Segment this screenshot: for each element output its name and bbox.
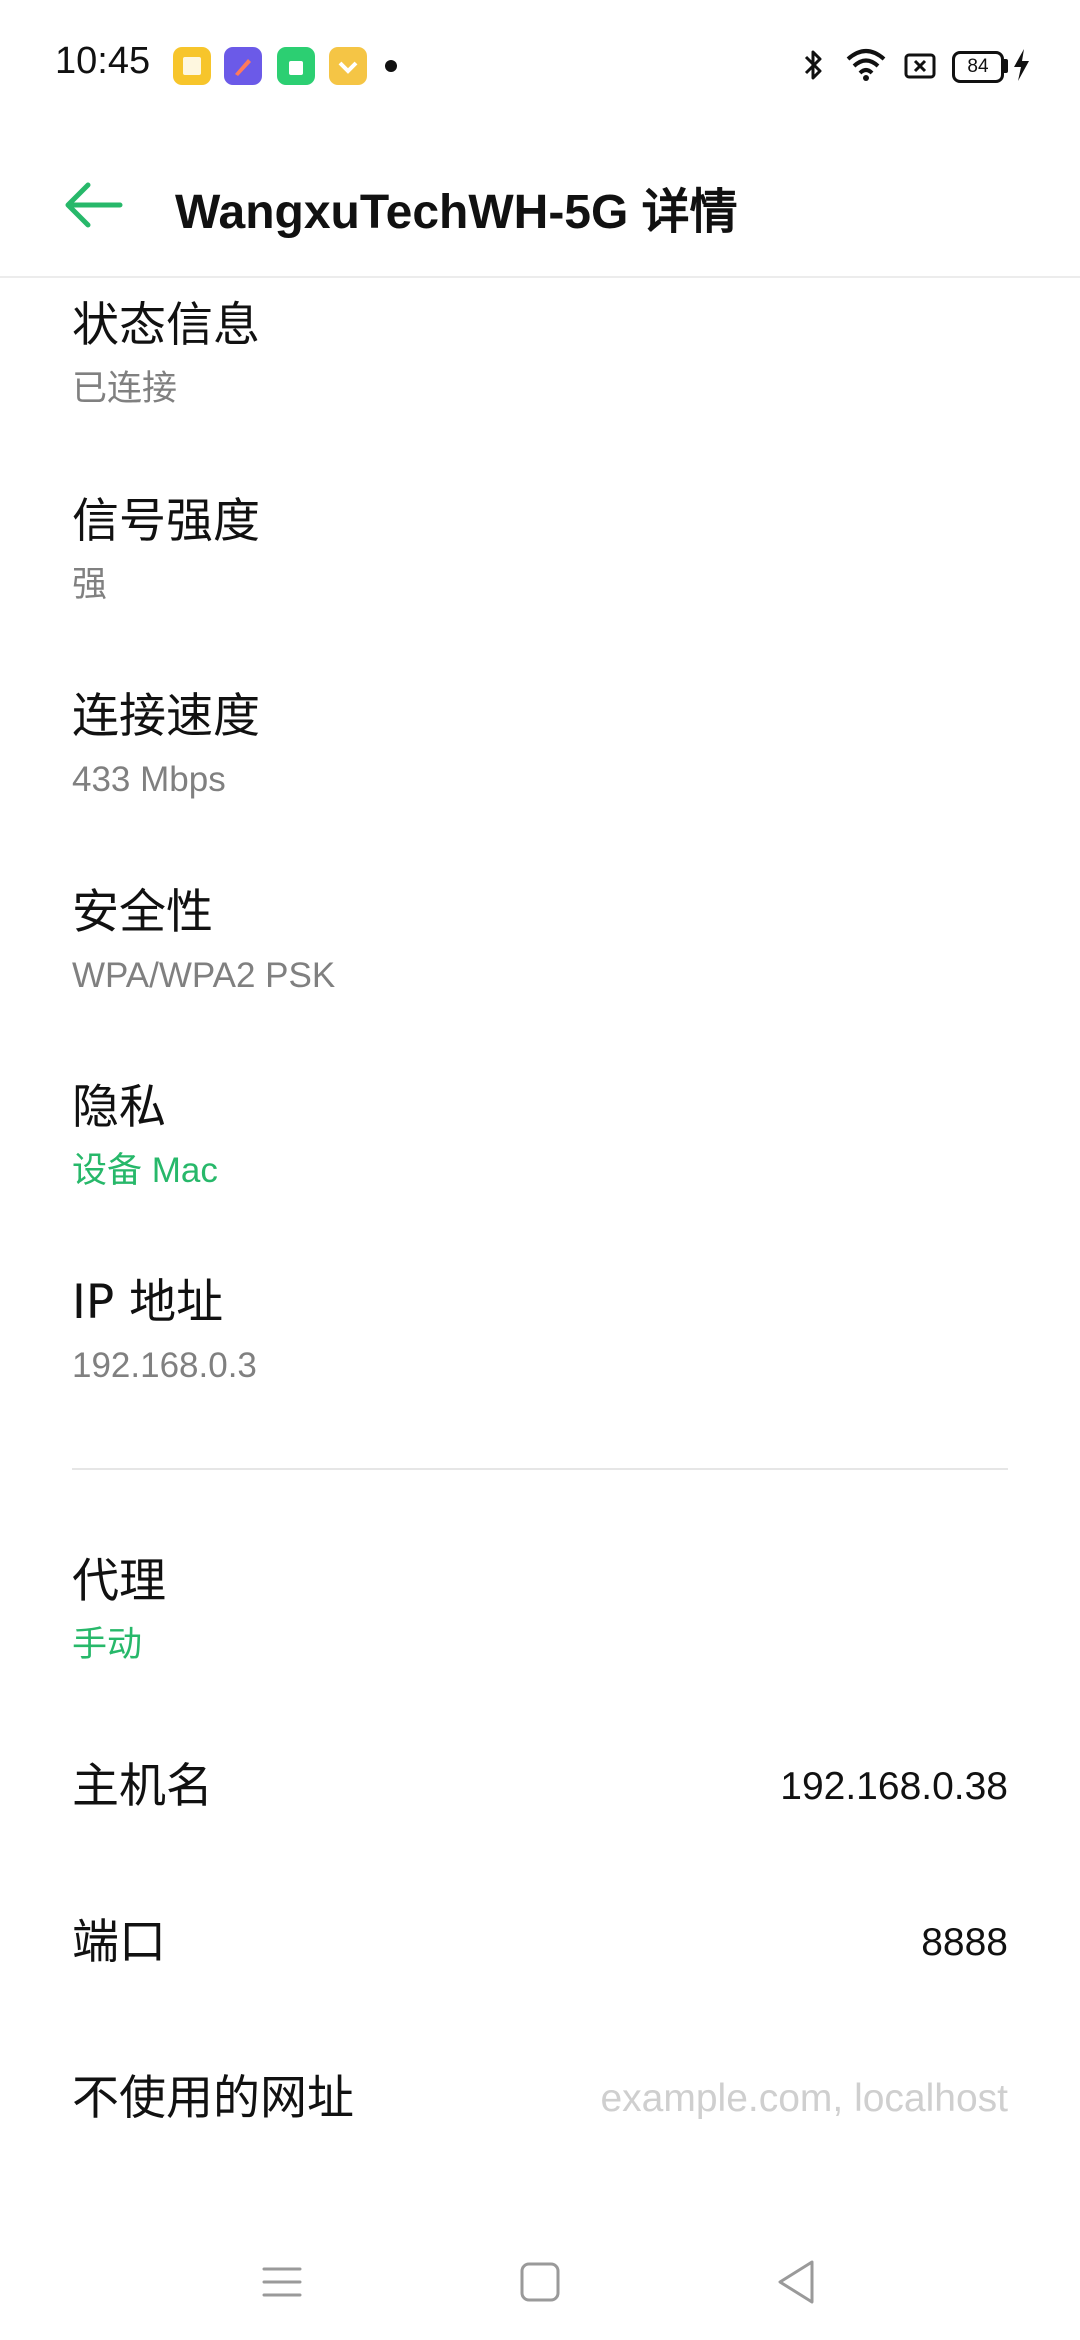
signal-strength-item: 信号强度 强 [72, 492, 1012, 610]
hostname-value[interactable]: 192.168.0.38 [780, 1752, 1008, 1822]
menu-button[interactable] [242, 2242, 322, 2322]
bypass-label: 不使用的网址 [72, 2071, 354, 2126]
battery-icon: 84 [952, 51, 1004, 83]
proxy-label: 代理 [72, 1554, 166, 1609]
notes-app-icon [173, 47, 211, 85]
back-icon [778, 2260, 814, 2304]
proxy-mode-value[interactable]: 手动 [72, 1620, 1012, 1670]
hostname-label: 主机名 [72, 1759, 213, 1814]
status-time: 10:45 [55, 40, 151, 82]
privacy-label: 隐私 [72, 1080, 166, 1135]
ip-address-item: IP 地址 192.168.0.3 [72, 1273, 1012, 1391]
navigation-bar [0, 2220, 1080, 2340]
battery-tip [1004, 59, 1008, 73]
home-icon [520, 2262, 560, 2302]
wifi-icon [846, 49, 886, 81]
app-header: WangxuTechWH-5G 详情 [0, 130, 1080, 278]
privacy-value[interactable]: 设备 Mac [72, 1146, 1012, 1196]
status-info-label: 状态信息 [72, 298, 260, 353]
shop-app-icon [277, 47, 315, 85]
ip-address-label: IP 地址 [72, 1275, 224, 1330]
charging-icon [1014, 49, 1029, 81]
security-value: WPA/WPA2 PSK [72, 956, 336, 995]
nav-back-button[interactable] [756, 2242, 836, 2322]
link-speed-item: 连接速度 433 Mbps [72, 687, 1012, 805]
bypass-input[interactable] [538, 2069, 1008, 2129]
security-item: 安全性 WPA/WPA2 PSK [72, 883, 1012, 1001]
proxy-bypass-row[interactable]: 不使用的网址 [72, 2064, 1008, 2134]
menu-icon [262, 2267, 302, 2297]
status-info-item: 状态信息 已连接 [72, 296, 1012, 414]
gift-app-icon [329, 47, 367, 85]
link-speed-label: 连接速度 [72, 689, 260, 744]
page-title: WangxuTechWH-5G 详情 [175, 186, 738, 239]
back-arrow-icon [65, 182, 123, 228]
security-label: 安全性 [72, 885, 213, 940]
ip-address-value: 192.168.0.3 [72, 1346, 257, 1385]
signal-strength-label: 信号强度 [72, 494, 260, 549]
pen-app-icon [224, 47, 262, 85]
privacy-item[interactable]: 隐私 设备 Mac [72, 1078, 1012, 1196]
proxy-port-row[interactable]: 端口 8888 [72, 1908, 1008, 1978]
status-bar: 10:45 84 [0, 0, 1080, 130]
bluetooth-icon [804, 50, 822, 80]
proxy-item[interactable]: 代理 手动 [72, 1552, 1012, 1670]
port-label: 端口 [72, 1915, 166, 1970]
section-divider [72, 1468, 1008, 1470]
port-value[interactable]: 8888 [921, 1908, 1008, 1978]
home-button[interactable] [500, 2242, 580, 2322]
proxy-hostname-row[interactable]: 主机名 192.168.0.38 [72, 1752, 1008, 1822]
back-button[interactable] [60, 170, 130, 240]
link-speed-value: 433 Mbps [72, 760, 226, 799]
status-info-value: 已连接 [72, 369, 178, 408]
screen-record-icon [904, 53, 936, 79]
more-notifications-dot [385, 60, 397, 72]
signal-strength-value: 强 [72, 565, 108, 604]
